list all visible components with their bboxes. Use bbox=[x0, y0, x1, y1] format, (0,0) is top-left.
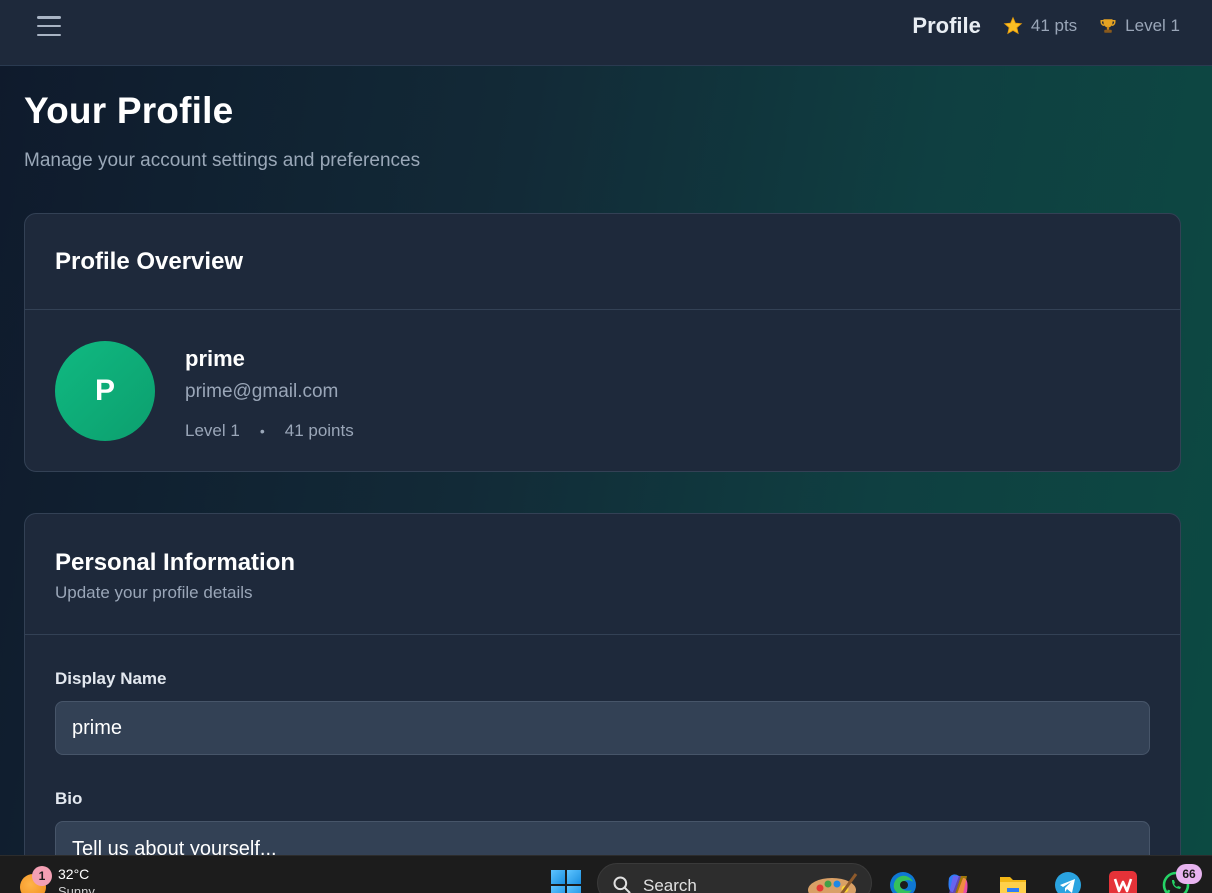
points-indicator: 41 pts bbox=[1003, 16, 1077, 36]
personal-information-card: Personal Information Update your profile… bbox=[24, 513, 1181, 893]
profile-overview-title: Profile Overview bbox=[55, 247, 244, 275]
topbar-title: Profile bbox=[912, 13, 981, 38]
user-points: 41 points bbox=[284, 421, 354, 440]
file-explorer-icon[interactable] bbox=[998, 870, 1028, 893]
trophy-icon bbox=[1100, 19, 1116, 33]
edge-browser-icon[interactable] bbox=[888, 870, 918, 893]
whatsapp-unread-badge: 66 bbox=[1176, 864, 1202, 884]
top-bar: Profile 41 pts Level 1 bbox=[0, 0, 1212, 66]
search-label: Search bbox=[643, 876, 697, 893]
user-level: Level 1 bbox=[185, 421, 240, 440]
wps-office-icon[interactable] bbox=[1108, 870, 1138, 893]
notification-badge: 1 bbox=[32, 866, 52, 886]
level-indicator: Level 1 bbox=[1099, 16, 1180, 36]
temperature: 32°C bbox=[58, 866, 90, 882]
star-icon bbox=[1003, 16, 1023, 35]
search-icon bbox=[613, 876, 631, 893]
copilot-icon[interactable] bbox=[943, 870, 973, 893]
paint-palette-icon bbox=[808, 873, 858, 893]
display-name-label: Display Name bbox=[55, 669, 167, 688]
taskbar-search[interactable]: Search bbox=[597, 863, 872, 893]
points-label: 41 pts bbox=[1030, 16, 1078, 35]
display-name-input[interactable] bbox=[55, 701, 1150, 755]
topbar-status: Profile 41 pts Level 1 bbox=[912, 10, 1180, 42]
main-content: Your Profile Manage your account setting… bbox=[24, 66, 1181, 893]
user-email: prime@gmail.com bbox=[185, 381, 339, 402]
page-subtitle: Manage your account settings and prefere… bbox=[24, 150, 421, 171]
page-title: Your Profile bbox=[24, 90, 234, 131]
user-name: prime bbox=[185, 346, 245, 371]
display-name-group: Display Name bbox=[55, 669, 1150, 755]
level-label: Level 1 bbox=[1125, 16, 1180, 35]
windows-start-icon[interactable] bbox=[551, 870, 581, 893]
user-meta: Level 1 • 41 points bbox=[185, 421, 354, 441]
profile-overview-body: P prime prime@gmail.com Level 1 • 41 poi… bbox=[25, 310, 1180, 471]
avatar: P bbox=[55, 341, 155, 441]
os-taskbar: 1 32°C Sunny Search 66 bbox=[0, 855, 1212, 893]
personal-information-description: Update your profile details bbox=[55, 583, 253, 602]
meta-separator: • bbox=[259, 423, 265, 439]
profile-overview-card: Profile Overview P prime prime@gmail.com… bbox=[24, 213, 1181, 472]
personal-information-title: Personal Information bbox=[55, 549, 296, 576]
profile-overview-header: Profile Overview bbox=[25, 214, 1180, 310]
telegram-icon[interactable] bbox=[1053, 870, 1083, 893]
weather-widget[interactable]: 1 32°C Sunny bbox=[20, 864, 140, 893]
hamburger-menu-icon[interactable] bbox=[36, 14, 62, 38]
bio-label: Bio bbox=[55, 789, 83, 808]
weather-condition: Sunny bbox=[58, 884, 95, 893]
personal-information-header: Personal Information Update your profile… bbox=[25, 514, 1180, 635]
